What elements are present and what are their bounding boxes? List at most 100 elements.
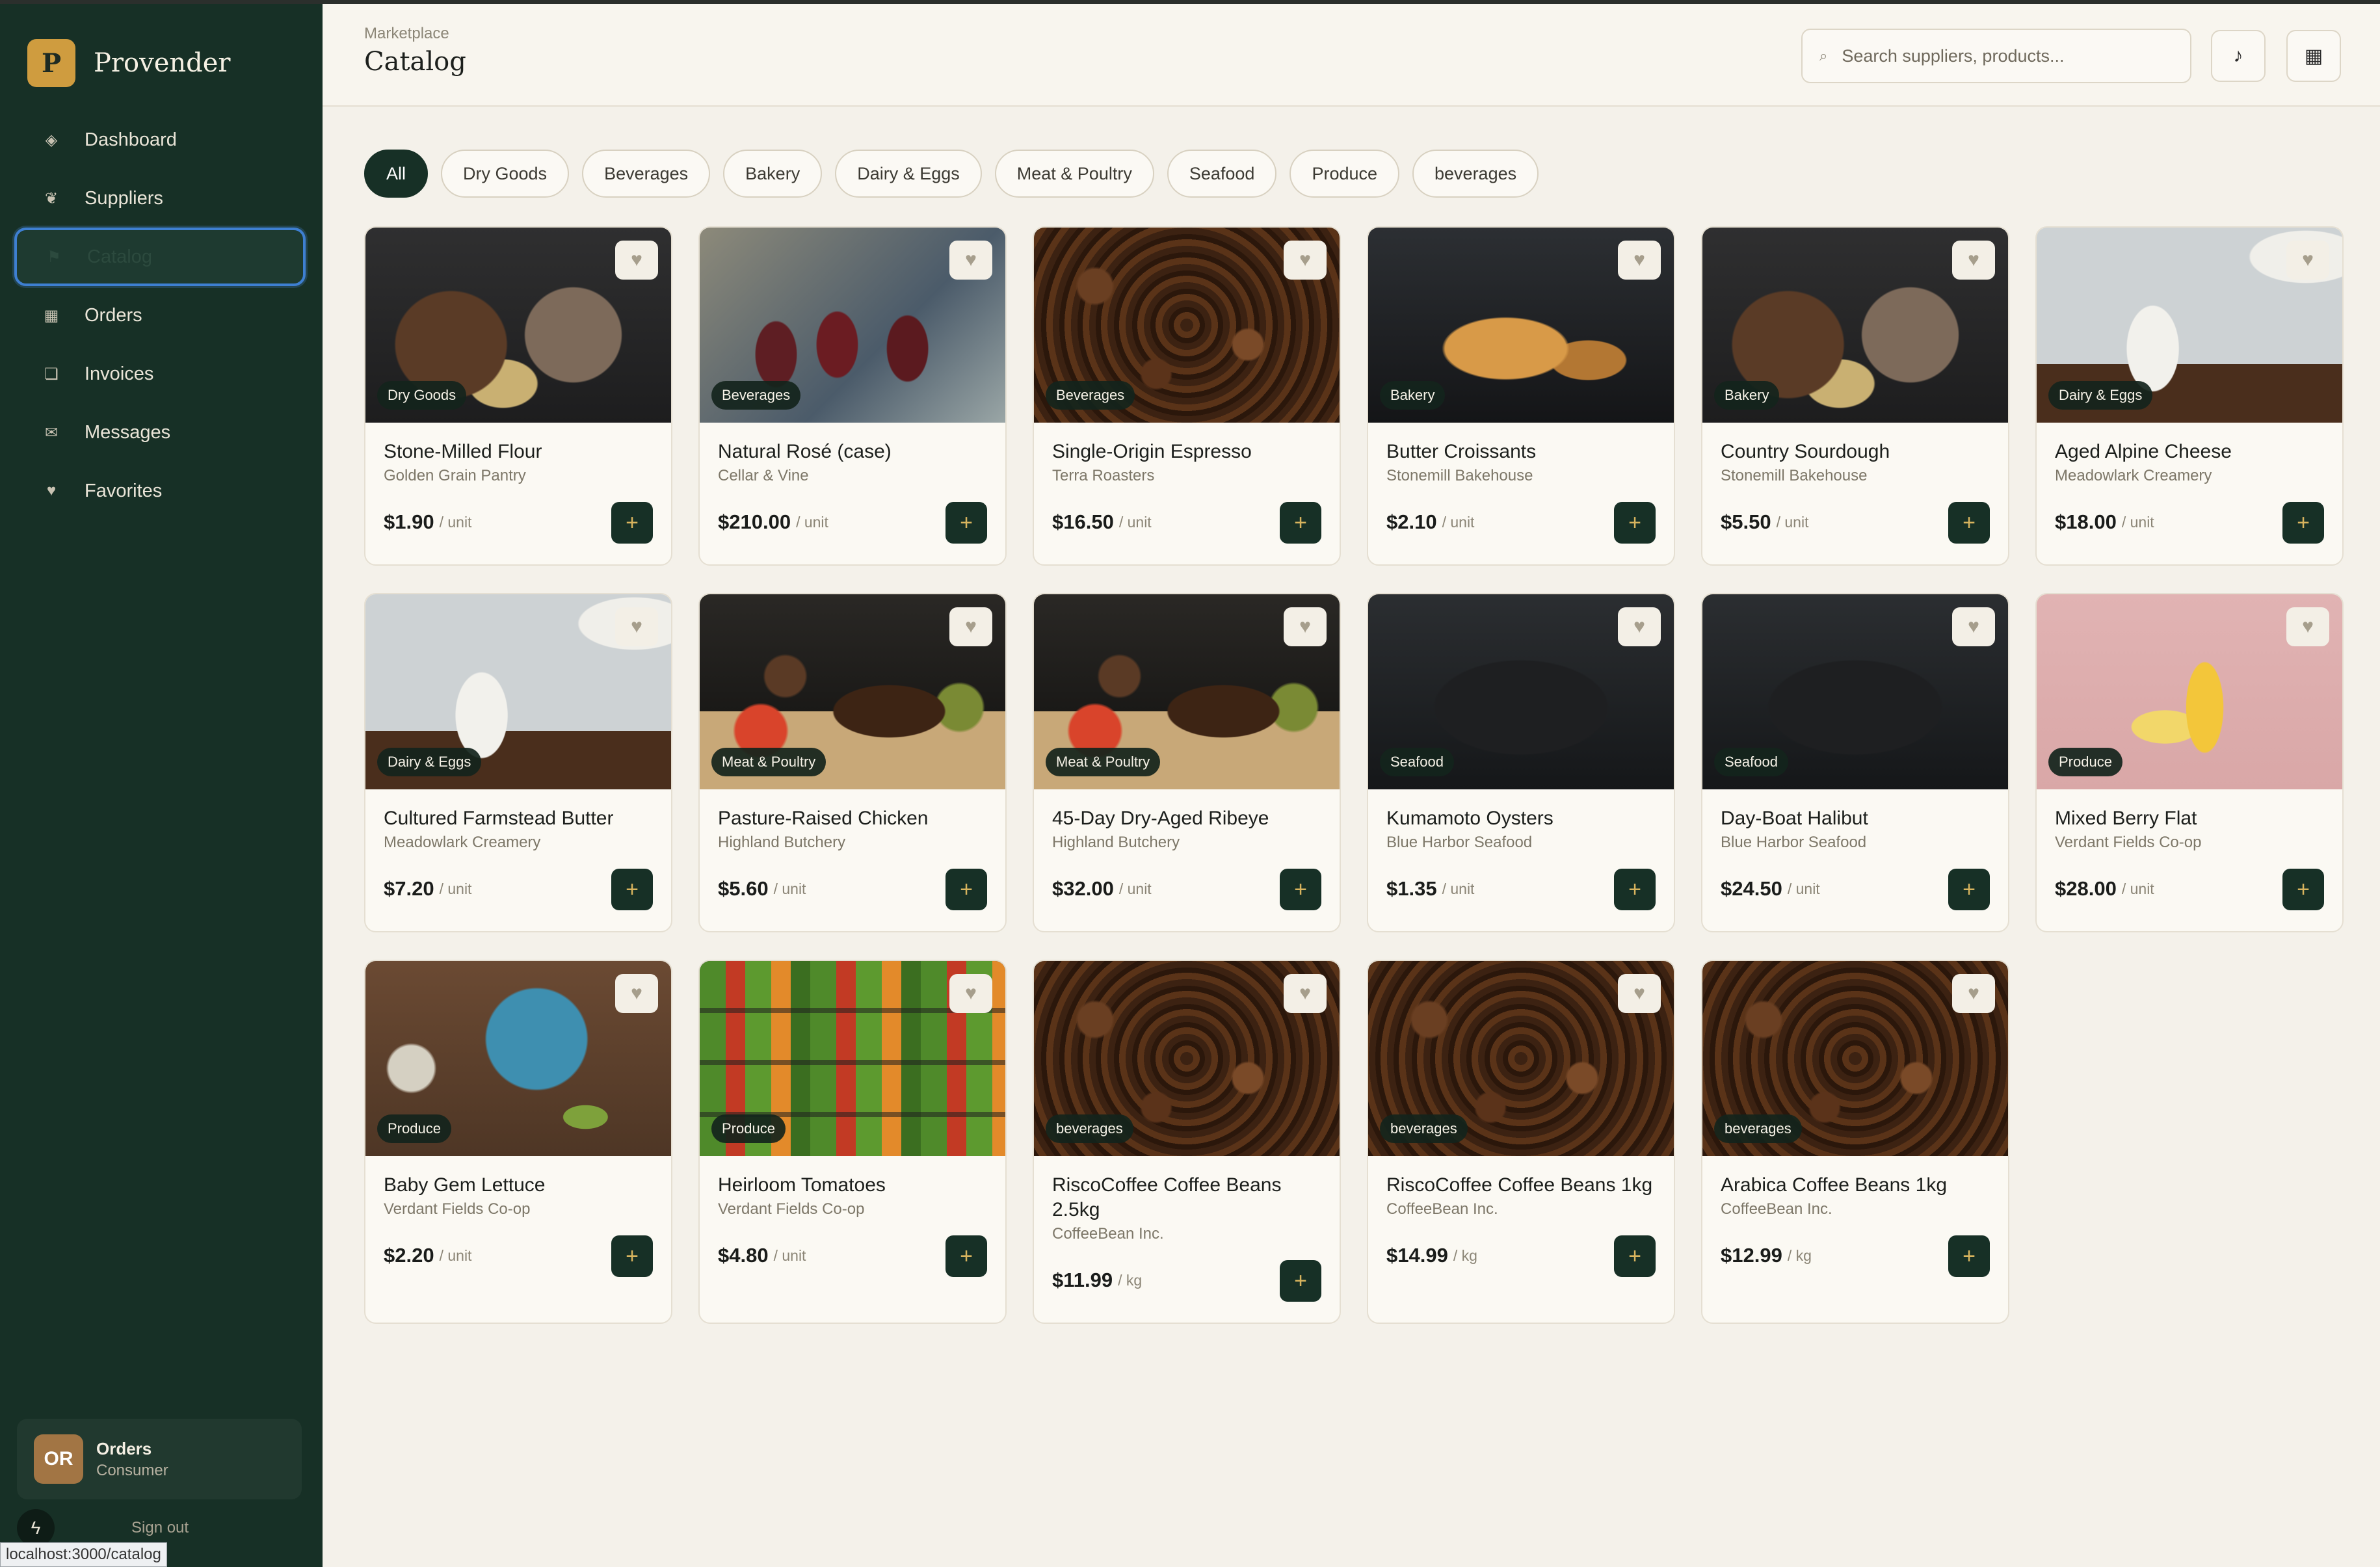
product-image[interactable]: ♥ Dairy & Eggs [365,594,671,789]
product-card[interactable]: ♥ Beverages Single-Origin Espresso Terra Ro… [1033,226,1341,566]
sidebar-item-dashboard[interactable]: ◈ Dashboard [14,111,306,169]
add-to-cart-plus-icon[interactable]: + [2282,502,2324,544]
product-card[interactable]: ♥ Produce Mixed Berry Flat Verdant Fields C… [2035,593,2344,932]
sidebar-item-orders[interactable]: ▦ Orders [14,286,306,345]
product-card[interactable]: ♥ Produce Baby Gem Lettuce Verdant Fields C… [364,960,672,1324]
add-to-cart-plus-icon[interactable]: + [1280,1260,1321,1302]
favorite-heart-icon[interactable]: ♥ [1284,974,1327,1013]
favorite-heart-icon[interactable]: ♥ [949,974,992,1013]
product-name[interactable]: Country Sourdough [1721,440,1990,464]
product-image[interactable]: ♥ Produce [2037,594,2342,789]
product-image[interactable]: ♥ Produce [700,961,1005,1156]
favorite-heart-icon[interactable]: ♥ [615,974,658,1013]
add-to-cart-plus-icon[interactable]: + [611,502,653,544]
product-image[interactable]: ♥ Dairy & Eggs [2037,228,2342,423]
layout-button[interactable]: ▦ [2286,30,2341,82]
product-name[interactable]: RiscoCoffee Coffee Beans 2.5kg [1052,1173,1299,1222]
add-to-cart-plus-icon[interactable]: + [945,502,987,544]
favorite-heart-icon[interactable]: ♥ [2286,607,2329,646]
product-card[interactable]: ♥ Dry Goods Stone-Milled Flour Golden Grain… [364,226,672,566]
sidebar-item-messages[interactable]: ✉ Messages [14,403,306,462]
sidebar-item-favorites[interactable]: ♥ Favorites [14,462,306,520]
product-name[interactable]: Kumamoto Oysters [1386,806,1656,831]
product-card[interactable]: ♥ Beverages Natural Rosé (case) Cellar & Vi… [698,226,1007,566]
favorite-heart-icon[interactable]: ♥ [1618,607,1661,646]
product-image[interactable]: ♥ Bakery [1702,228,2008,423]
product-name[interactable]: Stone-Milled Flour [384,440,653,464]
filter-chip[interactable]: All [364,150,429,198]
favorite-heart-icon[interactable]: ♥ [949,241,992,280]
add-to-cart-plus-icon[interactable]: + [1280,869,1321,910]
add-to-cart-plus-icon[interactable]: + [945,869,987,910]
product-card[interactable]: ♥ Meat & Poultry 45-Day Dry-Aged Ribeye Hig… [1033,593,1341,932]
lightning-icon[interactable]: ϟ [17,1509,55,1547]
sidebar-item-invoices[interactable]: ❏ Invoices [14,345,306,403]
product-image[interactable]: ♥ Meat & Poultry [700,594,1005,789]
add-to-cart-plus-icon[interactable]: + [611,1235,653,1277]
product-card[interactable]: ♥ Dairy & Eggs Aged Alpine Cheese Meadowlar… [2035,226,2344,566]
product-image[interactable]: ♥ beverages [1034,961,1340,1156]
product-image[interactable]: ♥ Seafood [1702,594,2008,789]
add-to-cart-plus-icon[interactable]: + [1948,869,1990,910]
add-to-cart-plus-icon[interactable]: + [611,869,653,910]
product-image[interactable]: ♥ Beverages [700,228,1005,423]
favorite-heart-icon[interactable]: ♥ [1952,241,1995,280]
product-name[interactable]: Aged Alpine Cheese [2055,440,2324,464]
product-card[interactable]: ♥ Seafood Day-Boat Halibut Blue Harbor Seaf… [1701,593,2009,932]
filter-chip[interactable]: Seafood [1167,150,1277,198]
product-name[interactable]: Single-Origin Espresso [1052,440,1321,464]
product-image[interactable]: ♥ Dry Goods [365,228,671,423]
product-name[interactable]: Mixed Berry Flat [2055,806,2324,831]
product-image[interactable]: ♥ Meat & Poultry [1034,594,1340,789]
filter-chip[interactable]: Dairy & Eggs [835,150,982,198]
filter-chip[interactable]: Dry Goods [441,150,570,198]
product-card[interactable]: ♥ beverages RiscoCoffee Coffee Beans 2.5kg… [1033,960,1341,1324]
product-card[interactable]: ♥ Seafood Kumamoto Oysters Blue Harbor Seaf… [1367,593,1675,932]
filter-chip[interactable]: Produce [1289,150,1400,198]
favorite-heart-icon[interactable]: ♥ [1284,607,1327,646]
product-image[interactable]: ♥ Produce [365,961,671,1156]
product-name[interactable]: Butter Croissants [1386,440,1656,464]
add-to-cart-plus-icon[interactable]: + [1280,502,1321,544]
product-card[interactable]: ♥ Meat & Poultry Pasture-Raised Chicken Hig… [698,593,1007,932]
favorite-heart-icon[interactable]: ♥ [949,607,992,646]
filter-chip[interactable]: Meat & Poultry [994,150,1154,198]
product-name[interactable]: Day-Boat Halibut [1721,806,1990,831]
product-name[interactable]: Heirloom Tomatoes [718,1173,987,1198]
filter-chip[interactable]: Bakery [723,150,823,198]
favorite-heart-icon[interactable]: ♥ [1952,607,1995,646]
product-name[interactable]: Cultured Farmstead Butter [384,806,653,831]
sign-out-link[interactable]: Sign out [131,1519,189,1537]
product-image[interactable]: ♥ Bakery [1368,228,1674,423]
filter-chip[interactable]: beverages [1412,150,1539,198]
add-to-cart-plus-icon[interactable]: + [1948,502,1990,544]
music-button[interactable]: ♪ [2211,30,2266,82]
add-to-cart-plus-icon[interactable]: + [1948,1235,1990,1277]
product-card[interactable]: ♥ Bakery Butter Croissants Stonemill Bakeho… [1367,226,1675,566]
product-image[interactable]: ♥ Beverages [1034,228,1340,423]
product-image[interactable]: ♥ Seafood [1368,594,1674,789]
product-card[interactable]: ♥ Produce Heirloom Tomatoes Verdant Fields … [698,960,1007,1324]
favorite-heart-icon[interactable]: ♥ [615,607,658,646]
product-name[interactable]: RiscoCoffee Coffee Beans 1kg [1386,1173,1656,1198]
product-name[interactable]: 45-Day Dry-Aged Ribeye [1052,806,1321,831]
product-card[interactable]: ♥ Bakery Country Sourdough Stonemill Bakeho… [1701,226,2009,566]
breadcrumb[interactable]: Marketplace [364,25,449,43]
add-to-cart-plus-icon[interactable]: + [2282,869,2324,910]
favorite-heart-icon[interactable]: ♥ [1952,974,1995,1013]
add-to-cart-plus-icon[interactable]: + [945,1235,987,1277]
product-image[interactable]: ♥ beverages [1368,961,1674,1156]
favorite-heart-icon[interactable]: ♥ [2286,241,2329,280]
add-to-cart-plus-icon[interactable]: + [1614,1235,1656,1277]
product-card[interactable]: ♥ beverages RiscoCoffee Coffee Beans 1kg Co… [1367,960,1675,1324]
search-input[interactable] [1842,46,2180,66]
product-card[interactable]: ♥ beverages Arabica Coffee Beans 1kg Coffee… [1701,960,2009,1324]
favorite-heart-icon[interactable]: ♥ [1618,241,1661,280]
sidebar-item-suppliers[interactable]: ❦ Suppliers [14,169,306,228]
brand[interactable]: P Provender [27,39,231,87]
add-to-cart-plus-icon[interactable]: + [1614,869,1656,910]
product-name[interactable]: Pasture-Raised Chicken [718,806,987,831]
filter-chip[interactable]: Beverages [582,150,711,198]
product-image[interactable]: ♥ beverages [1702,961,2008,1156]
add-to-cart-plus-icon[interactable]: + [1614,502,1656,544]
